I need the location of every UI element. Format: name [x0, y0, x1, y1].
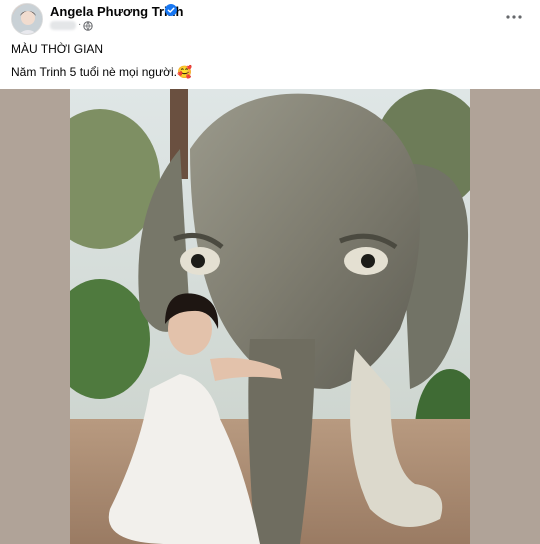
verified-badge-icon	[165, 4, 177, 16]
post-header: Angela Phương Trinh ·	[0, 0, 540, 36]
author-name[interactable]: Angela Phương Trinh	[50, 4, 184, 19]
post-title: MÀU THỜI GIAN	[11, 42, 104, 56]
meta-separator: ·	[78, 19, 82, 30]
more-options-icon	[506, 15, 522, 19]
more-options-button[interactable]	[500, 6, 528, 28]
author-avatar[interactable]	[11, 3, 43, 35]
timestamp[interactable]	[50, 21, 76, 30]
photo-container[interactable]	[0, 89, 540, 544]
globe-icon[interactable]	[83, 21, 93, 31]
post-photo[interactable]	[70, 89, 470, 544]
post-meta: ·	[50, 19, 110, 33]
post-caption: Năm Trinh 5 tuổi nè mọi người.🥰	[11, 65, 192, 79]
